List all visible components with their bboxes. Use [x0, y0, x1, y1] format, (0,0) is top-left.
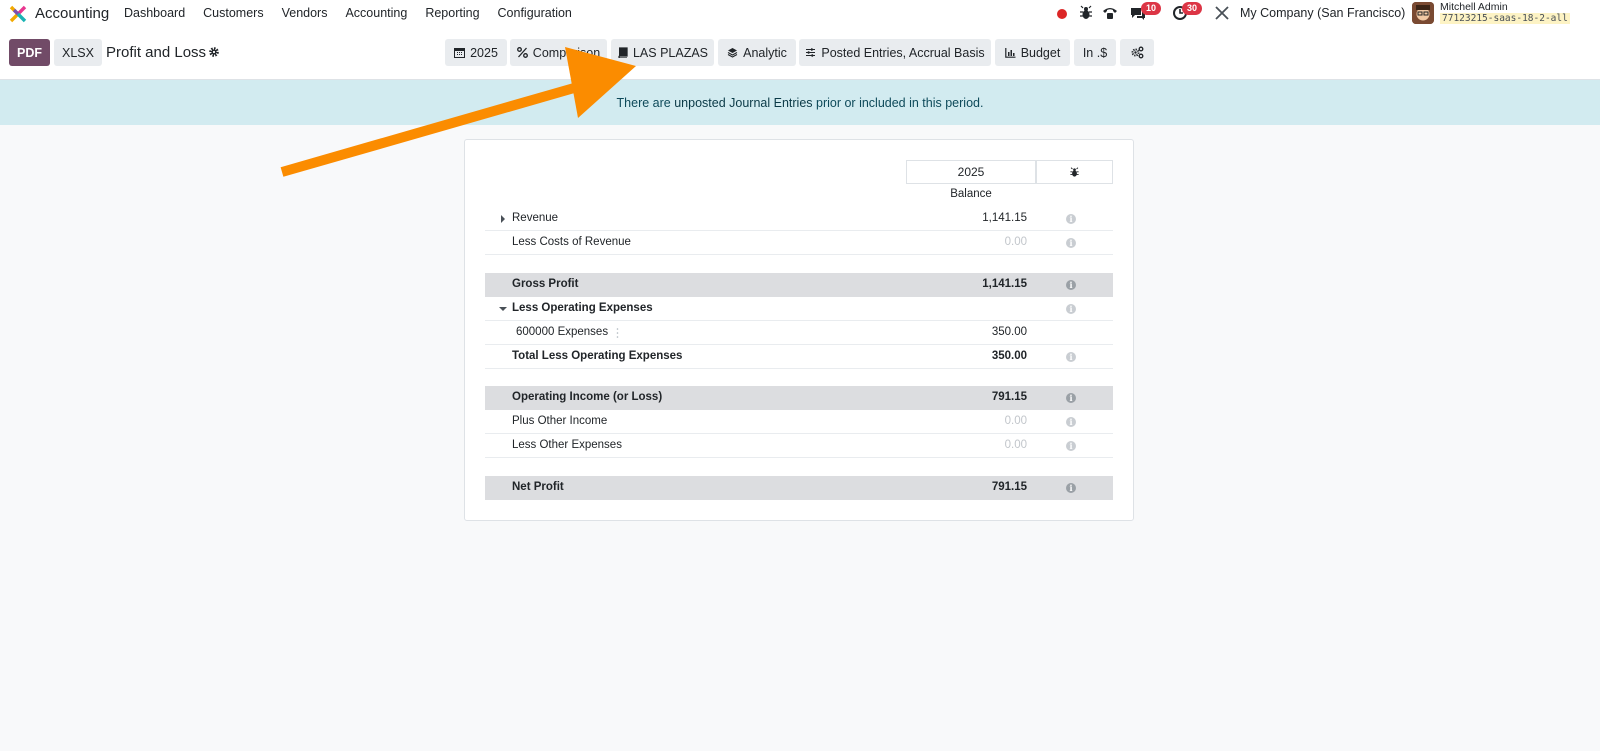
line-label: 600000 Expenses	[516, 326, 609, 338]
cogs-icon	[1131, 46, 1143, 59]
menu-configuration[interactable]: Configuration	[498, 6, 572, 20]
line-label: Less Operating Expenses	[512, 302, 653, 314]
activities-badge: 30	[1182, 2, 1202, 15]
analytic-filter-label: Analytic	[743, 45, 787, 60]
currency-filter-label: In .$	[1082, 45, 1108, 60]
menu-customers[interactable]: Customers	[203, 6, 263, 20]
report-line-gross-profit: Gross Profit 1,141.15 i	[485, 273, 1113, 297]
recording-indicator-icon[interactable]	[1057, 9, 1067, 19]
line-label: Less Other Expenses	[512, 439, 622, 451]
company-switcher[interactable]: My Company (San Francisco)	[1240, 6, 1405, 20]
report-title: Profit and Loss	[106, 44, 207, 61]
top-navbar: Accounting Dashboard Customers Vendors A…	[0, 0, 1600, 27]
bar-chart-icon	[1004, 48, 1016, 58]
info-icon[interactable]: i	[1066, 304, 1076, 314]
entries-filter-label: Posted Entries, Accrual Basis	[821, 45, 985, 60]
line-label: Less Costs of Revenue	[512, 236, 631, 248]
budget-filter-label: Budget	[1020, 45, 1061, 60]
info-icon[interactable]: i	[1066, 393, 1076, 403]
info-icon[interactable]: i	[1066, 352, 1076, 362]
menu-accounting[interactable]: Accounting	[345, 6, 407, 20]
gear-icon[interactable]	[208, 46, 220, 58]
column-header-balance: Balance	[950, 188, 992, 200]
date-filter-label: 2025	[470, 45, 498, 60]
budget-filter-button[interactable]: Budget	[995, 39, 1070, 66]
line-value: 0.00	[1004, 439, 1027, 451]
options-button[interactable]	[1120, 39, 1154, 66]
caret-right-icon[interactable]	[501, 215, 505, 223]
line-label: Total Less Operating Expenses	[512, 350, 683, 362]
report-line-other-expenses: Less Other Expenses 0.00 i	[485, 434, 1113, 458]
phone-icon[interactable]	[1102, 5, 1118, 21]
info-icon[interactable]: i	[1066, 417, 1076, 427]
bug-icon[interactable]	[1078, 5, 1094, 21]
xlsx-button[interactable]: XLSX	[54, 39, 102, 66]
alert-prefix: There are	[616, 95, 671, 110]
line-label: Net Profit	[512, 481, 564, 493]
line-label: Gross Profit	[512, 278, 579, 290]
info-icon[interactable]: i	[1066, 441, 1076, 451]
line-value[interactable]: 1,141.15	[982, 212, 1027, 224]
analytic-filter-button[interactable]: Analytic	[718, 39, 796, 66]
tools-icon[interactable]	[1214, 5, 1230, 21]
database-name: 77123215-saas-18-2-all	[1440, 13, 1570, 24]
info-icon[interactable]: i	[1066, 280, 1076, 290]
messages-badge: 10	[1141, 2, 1161, 15]
kebab-menu-icon[interactable]	[616, 327, 619, 339]
currency-filter-button[interactable]: In .$	[1074, 39, 1116, 66]
info-icon[interactable]: i	[1066, 483, 1076, 493]
line-value: 791.15	[991, 481, 1027, 493]
accounting-app-icon[interactable]	[9, 5, 27, 23]
debug-bug-icon[interactable]	[1036, 160, 1113, 184]
comparison-filter-label: Comparison	[532, 45, 601, 60]
report-line-operating-expenses[interactable]: Less Operating Expenses i	[485, 297, 1113, 321]
report-card: 2025 Balance Revenue 1,141.15 i Less Cos…	[464, 139, 1134, 521]
entries-filter-button[interactable]: Posted Entries, Accrual Basis	[799, 39, 991, 66]
column-header-year: 2025	[906, 160, 1036, 184]
report-line-costs-of-revenue: Less Costs of Revenue 0.00 i	[485, 231, 1113, 255]
journal-filter-button[interactable]: LAS PLAZAS	[611, 39, 714, 66]
percent-icon	[516, 47, 528, 58]
info-icon[interactable]: i	[1066, 214, 1076, 224]
line-label: Plus Other Income	[512, 415, 608, 427]
book-icon	[618, 47, 628, 58]
comparison-filter-button[interactable]: Comparison	[510, 39, 607, 66]
line-value[interactable]: 350.00	[992, 326, 1027, 338]
alert-suffix: prior or included in this period.	[816, 95, 984, 110]
report-line-net-profit: Net Profit 791.15 i	[485, 476, 1113, 500]
menu-vendors[interactable]: Vendors	[282, 6, 328, 20]
report-line-operating-income: Operating Income (or Loss) 791.15 i	[485, 386, 1113, 410]
unposted-entries-link[interactable]: unposted Journal Entries	[674, 96, 812, 110]
menu-reporting[interactable]: Reporting	[425, 6, 479, 20]
user-name[interactable]: Mitchell Admin	[1440, 1, 1508, 13]
menu-dashboard[interactable]: Dashboard	[124, 6, 185, 20]
line-value: 791.15	[991, 391, 1027, 403]
line-value: 350.00	[991, 350, 1027, 362]
journal-filter-label: LAS PLAZAS	[632, 45, 709, 60]
info-icon[interactable]: i	[1066, 238, 1076, 248]
report-line-revenue[interactable]: Revenue 1,141.15 i	[485, 207, 1113, 231]
line-label: Revenue	[512, 212, 559, 224]
sliders-icon	[806, 48, 816, 57]
line-value: 1,141.15	[982, 278, 1027, 290]
line-value: 0.00	[1004, 236, 1027, 248]
user-avatar[interactable]	[1412, 2, 1434, 24]
report-line-account-600000[interactable]: 600000 Expenses 350.00	[485, 321, 1113, 345]
control-panel: PDF XLSX Profit and Loss 2025 Comparison…	[0, 27, 1600, 80]
caret-down-icon[interactable]	[499, 307, 507, 311]
line-value: 0.00	[1004, 415, 1027, 427]
pdf-button[interactable]: PDF	[9, 39, 50, 66]
line-label: Operating Income (or Loss)	[512, 391, 663, 403]
date-filter-button[interactable]: 2025	[445, 39, 507, 66]
calendar-icon	[454, 48, 466, 58]
layers-icon	[727, 48, 738, 58]
app-name[interactable]: Accounting	[35, 5, 109, 22]
main-menu: Dashboard Customers Vendors Accounting R…	[124, 6, 590, 20]
report-line-other-income: Plus Other Income 0.00 i	[485, 410, 1113, 434]
report-line-total-operating-expenses: Total Less Operating Expenses 350.00 i	[485, 345, 1113, 369]
unposted-entries-alert: There are unposted Journal Entries prior…	[0, 80, 1600, 125]
